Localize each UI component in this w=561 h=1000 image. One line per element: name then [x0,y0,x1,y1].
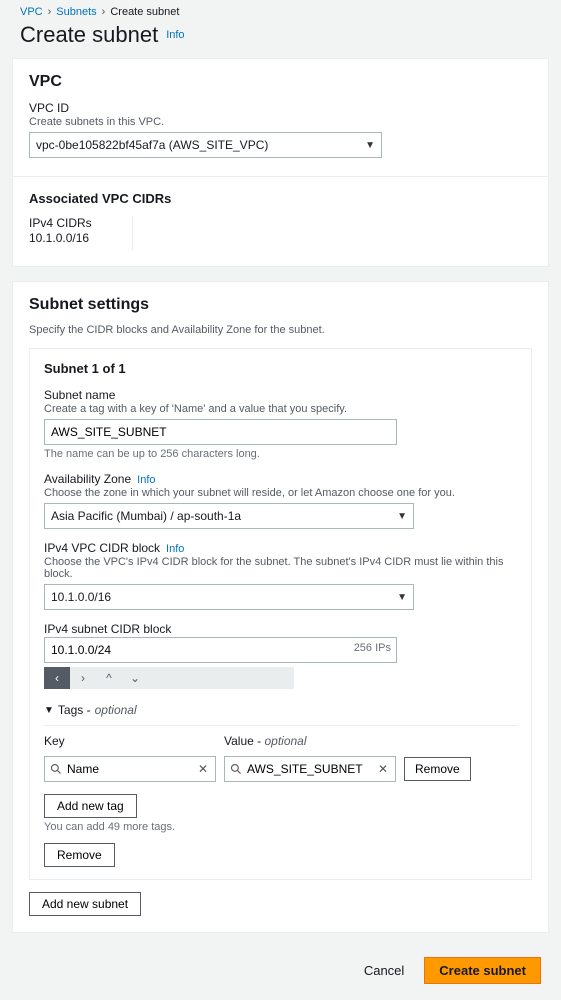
divider [13,176,548,177]
vpc-cidr-label: IPv4 VPC CIDR block [44,541,160,555]
subnet-name-label: Subnet name [44,388,517,402]
tag-key-input[interactable] [67,762,196,776]
subnet-name-field: Subnet name Create a tag with a key of '… [44,388,517,460]
ipv4-cidrs-label: IPv4 CIDRs [29,216,92,230]
vpc-cidr-field: IPv4 VPC CIDR block Info Choose the VPC'… [44,541,517,610]
chevron-up-icon: ^ [106,671,112,685]
vpc-id-help: Create subnets in this VPC. [29,116,532,128]
caret-down-icon: ▼ [397,511,407,522]
vpc-id-value: vpc-0be105822bf45af7a (AWS_SITE_VPC) [36,138,268,152]
vpc-cidr-value: 10.1.0.0/16 [51,590,111,604]
chevron-right-icon: › [102,6,106,18]
subnet-cidr-ips: 256 IPs [354,642,391,654]
breadcrumb: VPC › Subnets › Create subnet [0,0,561,22]
az-select[interactable]: Asia Pacific (Mumbai) / ap-south-1a ▼ [44,503,414,529]
subnet-cidr-input[interactable] [51,643,390,657]
vpc-cidr-info-link[interactable]: Info [166,543,184,555]
vpc-id-select[interactable]: vpc-0be105822bf45af7a (AWS_SITE_VPC) ▼ [29,132,382,158]
tag-value-label: Value - [224,734,264,748]
subnet-settings-title: Subnet settings [29,296,532,314]
cidr-prev-button[interactable]: ‹ [44,667,70,689]
divider [44,725,517,726]
info-link[interactable]: Info [166,29,184,41]
vertical-divider [132,216,133,250]
vpc-id-label: VPC ID [29,101,532,115]
remove-subnet-button[interactable]: Remove [44,843,115,867]
subnet-cidr-label: IPv4 subnet CIDR block [44,622,517,636]
subnet-cidr-field: IPv4 subnet CIDR block 256 IPs ‹ › ^ ⌄ [44,622,517,689]
caret-down-icon: ▼ [365,140,375,151]
az-label: Availability Zone [44,472,131,486]
page-title-row: Create subnet Info [0,22,561,58]
cidr-up-button[interactable]: ^ [96,667,122,689]
subnet-counter: Subnet 1 of 1 [44,361,517,376]
search-icon [50,763,62,775]
tags-label: Tags - [58,703,91,717]
breadcrumb-current: Create subnet [110,6,179,18]
breadcrumb-vpc[interactable]: VPC [20,6,43,18]
ipv4-cidrs-value: 10.1.0.0/16 [29,231,92,245]
tags-grid: Key Value - optional ✕ ✕ Remove [44,734,517,782]
tags-optional: optional [95,703,137,717]
tag-key-label: Key [44,734,216,748]
breadcrumb-subnets[interactable]: Subnets [56,6,96,18]
chevron-down-icon: ⌄ [130,671,140,685]
tag-value-input-wrap: ✕ [224,756,396,782]
chevron-left-icon: ‹ [55,671,59,685]
subnet-name-below: The name can be up to 256 characters lon… [44,448,517,460]
vpc-cidr-select[interactable]: 10.1.0.0/16 ▼ [44,584,414,610]
tags-limit-text: You can add 49 more tags. [44,821,517,833]
subnet-card: Subnet 1 of 1 Subnet name Create a tag w… [29,348,532,880]
page-title: Create subnet [20,22,158,48]
az-value: Asia Pacific (Mumbai) / ap-south-1a [51,509,241,523]
vpc-panel-title: VPC [29,73,532,91]
caret-down-icon: ▼ [397,592,407,603]
tag-key-input-wrap: ✕ [44,756,216,782]
vpc-cidr-help: Choose the VPC's IPv4 CIDR block for the… [44,556,517,580]
vpc-panel: VPC VPC ID Create subnets in this VPC. v… [12,58,549,267]
az-help: Choose the zone in which your subnet wil… [44,487,517,499]
clear-icon[interactable]: ✕ [196,762,210,776]
tag-value-label-wrap: Value - optional [224,734,396,748]
caret-down-icon: ▼ [44,705,54,716]
az-field: Availability Zone Info Choose the zone i… [44,472,517,529]
az-info-link[interactable]: Info [137,474,155,486]
subnet-name-input[interactable] [51,425,390,439]
clear-icon[interactable]: ✕ [376,762,390,776]
subnet-settings-help: Specify the CIDR blocks and Availability… [29,324,532,336]
cancel-button[interactable]: Cancel [356,958,412,983]
tags-header[interactable]: ▼ Tags - optional [44,703,517,717]
add-tag-button[interactable]: Add new tag [44,794,137,818]
cidr-down-button[interactable]: ⌄ [122,667,148,689]
subnet-name-input-wrap [44,419,397,445]
assoc-cidrs-title: Associated VPC CIDRs [29,191,532,206]
search-icon [230,763,242,775]
create-subnet-button[interactable]: Create subnet [424,957,541,984]
vpc-id-field: VPC ID Create subnets in this VPC. vpc-0… [29,101,532,158]
chevron-right-icon: › [81,671,85,685]
remove-tag-button[interactable]: Remove [404,757,471,781]
tag-value-optional: optional [264,734,306,748]
cidr-stepper: ‹ › ^ ⌄ [44,667,294,689]
subnet-settings-panel: Subnet settings Specify the CIDR blocks … [12,281,549,933]
cidr-next-button[interactable]: › [70,667,96,689]
add-subnet-button[interactable]: Add new subnet [29,892,141,916]
chevron-right-icon: › [48,6,52,18]
tag-value-input[interactable] [247,762,376,776]
footer: Cancel Create subnet [0,947,561,1000]
subnet-name-help: Create a tag with a key of 'Name' and a … [44,403,517,415]
